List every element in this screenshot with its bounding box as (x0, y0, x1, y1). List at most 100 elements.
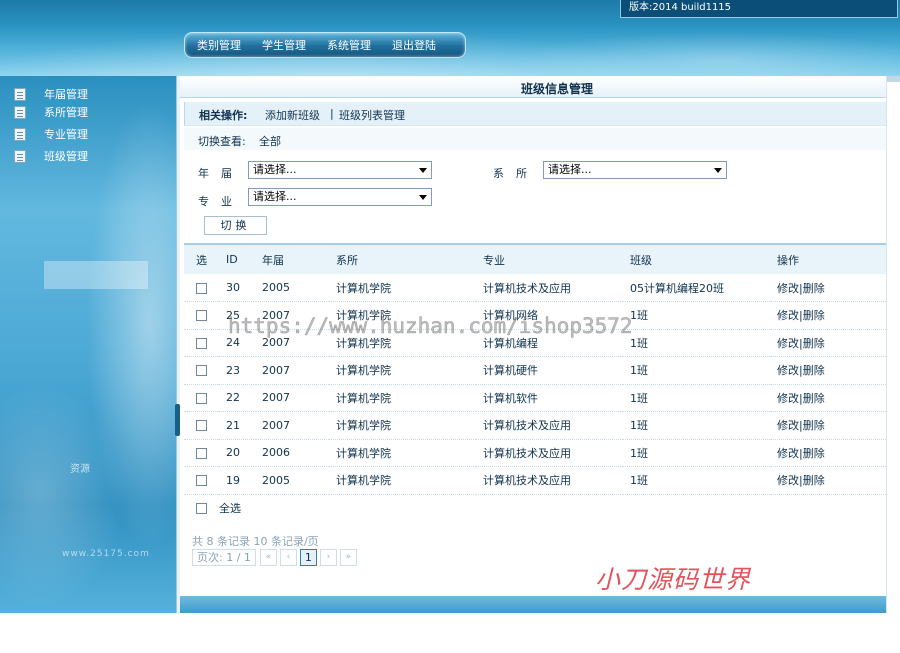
cell-dept: 计算机学院 (329, 384, 476, 412)
cell-major: 计算机技术及应用 (476, 439, 623, 467)
nav-category-management[interactable]: 类别管理 (197, 37, 241, 53)
cell-id: 23 (218, 356, 256, 385)
class-table: 选 ID 年届 系所 专业 班级 操作 30 2005 计算机学院 计算机技术及应用 0… (184, 243, 886, 495)
cell-dept: 计算机学院 (329, 411, 476, 440)
brand-watermark: 小刀源码世界 (595, 565, 752, 594)
prev-page-button[interactable]: ‹ (279, 549, 297, 566)
nav-student-management[interactable]: 学生管理 (262, 37, 306, 53)
col-header-actions: 操作 (770, 243, 886, 274)
edit-link[interactable]: 修改 (777, 474, 799, 487)
cell-class: 1班 (623, 384, 770, 412)
nav-logout[interactable]: 退出登陆 (392, 37, 436, 53)
edit-link[interactable]: 修改 (777, 364, 799, 377)
sidebar-item-class-management[interactable]: 班级管理 (14, 148, 88, 164)
sidebar-item-dept-management[interactable]: 系所管理 (14, 104, 88, 120)
first-page-button[interactable]: « (259, 549, 277, 566)
row-checkbox[interactable] (196, 392, 207, 404)
cell-id: 20 (218, 439, 256, 467)
edit-link[interactable]: 修改 (777, 282, 799, 295)
row-checkbox[interactable] (196, 475, 207, 487)
cell-actions: 修改|删除 (770, 329, 886, 357)
delete-link[interactable]: 删除 (803, 282, 825, 295)
table-row: 23 2007 计算机学院 计算机硬件 1班 修改|删除 (184, 356, 886, 385)
col-header-major: 专业 (476, 243, 623, 274)
delete-link[interactable]: 删除 (803, 419, 825, 432)
document-icon (14, 149, 26, 163)
row-checkbox[interactable] (196, 447, 207, 459)
row-checkbox[interactable] (196, 282, 207, 294)
select-all[interactable]: 全选 (196, 500, 241, 516)
sidebar-item-label: 年届管理 (44, 88, 88, 101)
document-icon (14, 105, 26, 119)
table-row: 19 2005 计算机学院 计算机技术及应用 1班 修改|删除 (184, 466, 886, 495)
row-checkbox[interactable] (196, 310, 207, 322)
nav-system-management[interactable]: 系统管理 (327, 37, 371, 53)
sidebar-faint-text: 资源 (70, 464, 90, 475)
sidebar-item-year-management[interactable]: 年届管理 (14, 86, 88, 102)
year-select-value: 请选择... (253, 163, 297, 176)
sidebar-item-major-management[interactable]: 专业管理 (14, 126, 88, 142)
class-list-link[interactable]: 班级列表管理 (339, 107, 405, 123)
dropdown-arrow-icon (714, 168, 722, 173)
row-select-cell (184, 384, 218, 412)
table-header-row: 选 ID 年届 系所 专业 班级 操作 (184, 243, 886, 274)
add-class-link[interactable]: 添加新班级 (265, 107, 320, 123)
switch-view-all-link[interactable]: 全部 (259, 133, 281, 149)
switch-view-bar: 切换查看: 全部 (184, 128, 886, 150)
cell-year: 2007 (256, 356, 329, 385)
cell-major: 计算机硬件 (476, 356, 623, 385)
current-page-button[interactable]: 1 (299, 549, 317, 566)
cell-actions: 修改|删除 (770, 301, 886, 330)
edit-link[interactable]: 修改 (777, 337, 799, 350)
delete-link[interactable]: 删除 (803, 337, 825, 350)
row-checkbox[interactable] (196, 365, 207, 377)
scroll-cap (887, 76, 900, 82)
row-select-cell (184, 274, 218, 302)
cell-year: 2006 (256, 439, 329, 467)
cell-class: 1班 (623, 329, 770, 357)
cell-dept: 计算机学院 (329, 439, 476, 467)
major-select[interactable]: 请选择... (248, 188, 432, 206)
cell-class: 1班 (623, 466, 770, 495)
col-header-year: 年届 (256, 243, 329, 274)
url-watermark: https://www.huzhan.com/ishop3572 (228, 314, 633, 339)
dropdown-arrow-icon (419, 168, 427, 173)
edit-link[interactable]: 修改 (777, 419, 799, 432)
cell-actions: 修改|删除 (770, 274, 886, 302)
delete-link[interactable]: 删除 (803, 364, 825, 377)
delete-link[interactable]: 删除 (803, 447, 825, 460)
dept-select[interactable]: 请选择... (543, 161, 727, 179)
next-page-button[interactable]: › (319, 549, 337, 566)
delete-link[interactable]: 删除 (803, 392, 825, 405)
cell-major: 计算机技术及应用 (476, 411, 623, 440)
row-select-cell (184, 439, 218, 467)
footer-strip (180, 596, 886, 613)
row-checkbox[interactable] (196, 337, 207, 349)
cell-class: 1班 (623, 301, 770, 330)
delete-link[interactable]: 删除 (803, 474, 825, 487)
last-page-button[interactable]: » (339, 549, 357, 566)
row-select-cell (184, 329, 218, 357)
edit-link[interactable]: 修改 (777, 447, 799, 460)
year-filter-label: 年届 (198, 167, 244, 180)
cell-major: 计算机技术及应用 (476, 466, 623, 495)
dropdown-arrow-icon (419, 195, 427, 200)
delete-link[interactable]: 删除 (803, 309, 825, 322)
edit-link[interactable]: 修改 (777, 309, 799, 322)
edit-link[interactable]: 修改 (777, 392, 799, 405)
sidebar-item-label: 系所管理 (44, 106, 88, 119)
row-select-cell (184, 356, 218, 385)
page-title: 班级信息管理 (520, 82, 593, 96)
sidebar-item-label: 专业管理 (44, 128, 88, 141)
cell-actions: 修改|删除 (770, 411, 886, 440)
table-row: 30 2005 计算机学院 计算机技术及应用 05计算机编程20班 修改|删除 (184, 274, 886, 302)
cell-class: 1班 (623, 411, 770, 440)
switch-button[interactable]: 切换 (204, 216, 267, 235)
select-all-checkbox[interactable] (196, 502, 207, 514)
document-icon (14, 87, 26, 101)
title-bar: 班级信息管理 (180, 76, 886, 98)
col-header-select: 选 (184, 243, 218, 274)
row-checkbox[interactable] (196, 420, 207, 432)
col-header-id: ID (218, 243, 256, 274)
year-select[interactable]: 请选择... (248, 161, 432, 179)
